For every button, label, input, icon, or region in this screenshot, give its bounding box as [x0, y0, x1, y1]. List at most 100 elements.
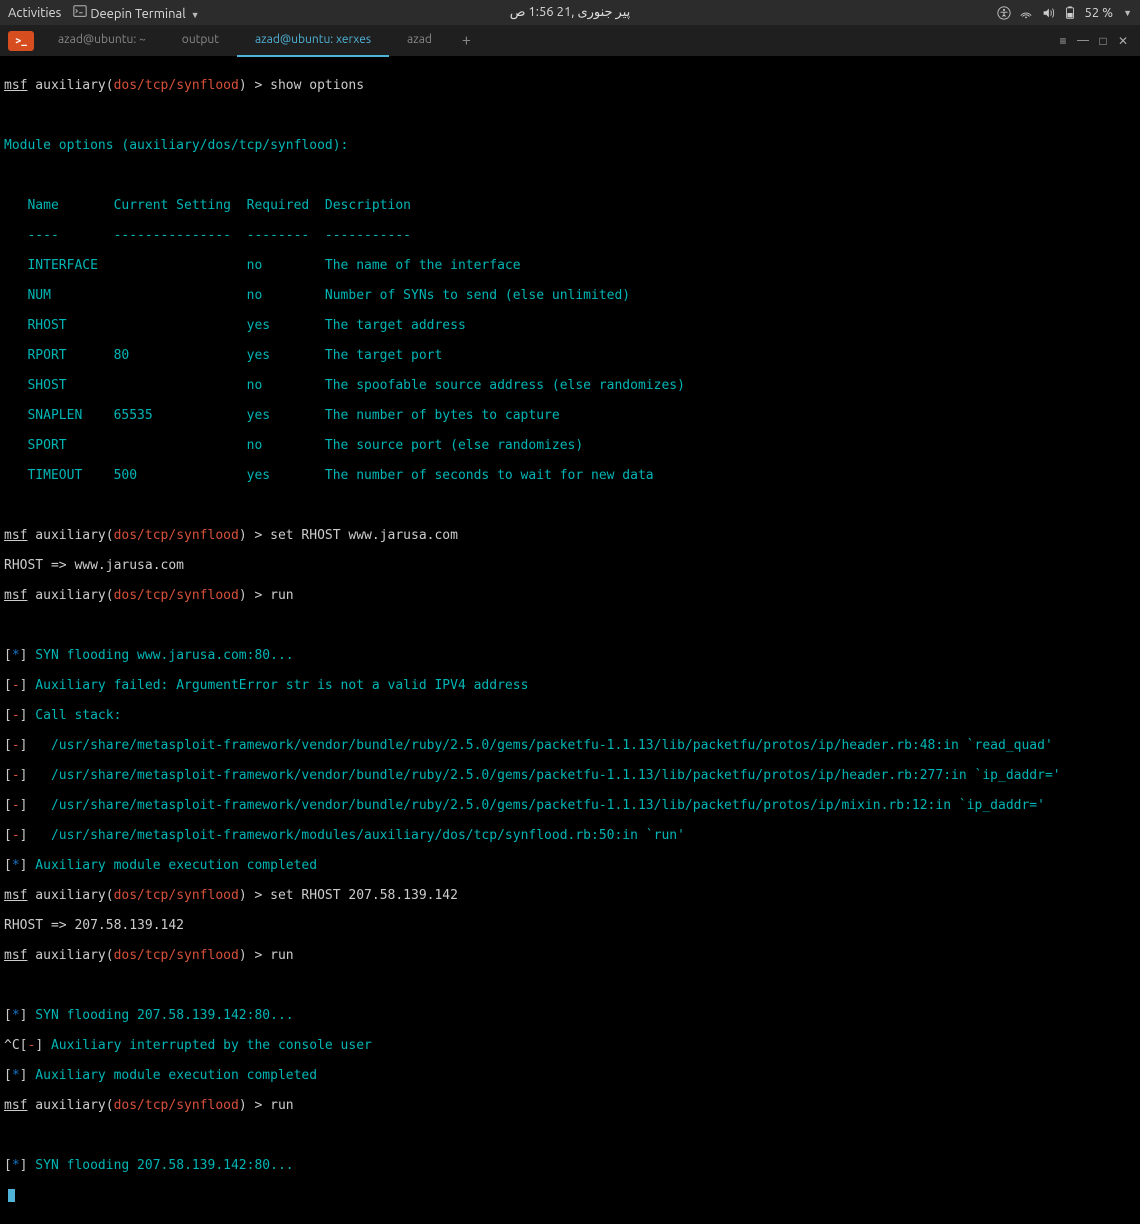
cmd-set-rhost-1: set RHOST www.jarusa.com	[270, 528, 458, 543]
minus-icon: -	[12, 738, 20, 753]
bracket: [	[4, 738, 12, 753]
terminal-app-icon	[73, 4, 87, 18]
minus-icon: -	[27, 1038, 35, 1053]
tab-4[interactable]: azad	[389, 25, 450, 57]
opt-interface: INTERFACE no The name of the interface	[4, 258, 1136, 273]
prompt-close: )	[239, 888, 255, 903]
cmd-run: run	[270, 1098, 293, 1113]
bracket: [	[4, 708, 12, 723]
options-header: Name Current Setting Required Descriptio…	[4, 198, 1136, 213]
resp-set-rhost-1: RHOST => www.jarusa.com	[4, 558, 1136, 573]
stack-trace-4: /usr/share/metasploit-framework/modules/…	[27, 828, 684, 843]
tab-2[interactable]: output	[164, 25, 237, 57]
bracket: [	[20, 1038, 28, 1053]
star-icon: *	[12, 1068, 20, 1083]
minus-icon: -	[12, 768, 20, 783]
aux-interrupted: Auxiliary interrupted by the console use…	[43, 1038, 372, 1053]
gnome-topbar: Activities Deepin Terminal ▼ پیر جنوری ,…	[0, 0, 1140, 25]
battery-icon[interactable]	[1063, 6, 1077, 20]
callstack-label: Call stack:	[27, 708, 121, 723]
opt-timeout: TIMEOUT 500 yes The number of seconds to…	[4, 468, 1136, 483]
prompt-mod: dos/tcp/synflood	[114, 948, 239, 963]
prompt-close: )	[239, 1098, 255, 1113]
aux-done-msg: Auxiliary module execution completed	[27, 1068, 317, 1083]
minimize-button[interactable]: —	[1076, 34, 1090, 48]
bracket: ]	[35, 1038, 43, 1053]
cmd-set-rhost-2: set RHOST 207.58.139.142	[270, 888, 458, 903]
cmd-run: run	[270, 588, 293, 603]
opt-sport: SPORT no The source port (else randomize…	[4, 438, 1136, 453]
tab-3[interactable]: azad@ubuntu: xerxes	[237, 25, 389, 57]
bracket: ]	[20, 858, 28, 873]
prompt-caret: >	[254, 888, 270, 903]
network-icon[interactable]	[1019, 6, 1033, 20]
opt-snaplen: SNAPLEN 65535 yes The number of bytes to…	[4, 408, 1136, 423]
opt-rport: RPORT 80 yes The target port	[4, 348, 1136, 363]
bracket: [	[4, 1068, 12, 1083]
bracket: ]	[20, 708, 28, 723]
terminal-titlebar: >_ azad@ubuntu: ~ output azad@ubuntu: xe…	[0, 25, 1140, 57]
options-rule: ---- --------------- -------- ----------…	[4, 228, 1136, 243]
prompt-aux: auxiliary(	[27, 888, 113, 903]
star-icon: *	[12, 858, 20, 873]
prompt-close: )	[239, 78, 255, 93]
opt-shost: SHOST no The spoofable source address (e…	[4, 378, 1136, 393]
bracket: [	[4, 768, 12, 783]
accessibility-icon[interactable]	[997, 6, 1011, 20]
prompt-close: )	[239, 588, 255, 603]
msf-prompt: msf	[4, 528, 27, 543]
app-menu-label: Deepin Terminal	[90, 7, 185, 21]
prompt-caret: >	[254, 1098, 270, 1113]
app-menu[interactable]: Deepin Terminal ▼	[73, 4, 199, 21]
maximize-button[interactable]: □	[1096, 34, 1110, 48]
prompt-caret: >	[254, 528, 270, 543]
bracket: ]	[20, 738, 28, 753]
bracket: [	[4, 828, 12, 843]
tab-1[interactable]: azad@ubuntu: ~	[40, 25, 164, 57]
prompt-mod: dos/tcp/synflood	[114, 1098, 239, 1113]
prompt-mod: dos/tcp/synflood	[114, 528, 239, 543]
prompt-mod: dos/tcp/synflood	[114, 588, 239, 603]
star-icon: *	[12, 1158, 20, 1173]
fail-msg: Auxiliary failed: ArgumentError str is n…	[27, 678, 528, 693]
bracket: [	[4, 678, 12, 693]
bracket: ]	[20, 1158, 28, 1173]
activities-button[interactable]: Activities	[8, 6, 61, 20]
volume-icon[interactable]	[1041, 6, 1055, 20]
star-icon: *	[12, 1008, 20, 1023]
close-button[interactable]: ✕	[1116, 34, 1130, 48]
bracket: ]	[20, 648, 28, 663]
chevron-down-icon: ▼	[191, 10, 200, 20]
bracket: [	[4, 1158, 12, 1173]
prompt-close: )	[239, 948, 255, 963]
chevron-down-icon: ▼	[1123, 8, 1132, 18]
prompt-mod: dos/tcp/synflood	[114, 888, 239, 903]
opt-rhost: RHOST yes The target address	[4, 318, 1136, 333]
bracket: ]	[20, 678, 28, 693]
bracket: [	[4, 858, 12, 873]
prompt-aux: auxiliary(	[27, 528, 113, 543]
opt-num: NUM no Number of SYNs to send (else unli…	[4, 288, 1136, 303]
ctrl-c: ^C	[4, 1038, 20, 1053]
bracket: ]	[20, 798, 28, 813]
aux-done-msg: Auxiliary module execution completed	[27, 858, 317, 873]
terminal-icon: >_	[8, 31, 34, 51]
msf-prompt: msf	[4, 948, 27, 963]
flood-msg-2: SYN flooding 207.58.139.142:80...	[27, 1008, 293, 1023]
prompt-aux: auxiliary(	[27, 1098, 113, 1113]
stack-trace-2: /usr/share/metasploit-framework/vendor/b…	[27, 768, 1060, 783]
bracket: ]	[20, 768, 28, 783]
resp-set-rhost-2: RHOST => 207.58.139.142	[4, 918, 1136, 933]
clock[interactable]: پیر جنوری ,21 1:56 ص	[510, 5, 631, 20]
minus-icon: -	[12, 828, 20, 843]
new-tab-button[interactable]: +	[450, 25, 483, 57]
stack-trace-1: /usr/share/metasploit-framework/vendor/b…	[27, 738, 1052, 753]
hamburger-icon[interactable]: ≡	[1056, 34, 1070, 48]
prompt-aux: auxiliary(	[27, 588, 113, 603]
bracket: [	[4, 798, 12, 813]
msf-prompt: msf	[4, 588, 27, 603]
bracket: ]	[20, 1068, 28, 1083]
msf-prompt: msf	[4, 1098, 27, 1113]
battery-percent: 52 %	[1085, 6, 1114, 20]
bracket: [	[4, 648, 12, 663]
